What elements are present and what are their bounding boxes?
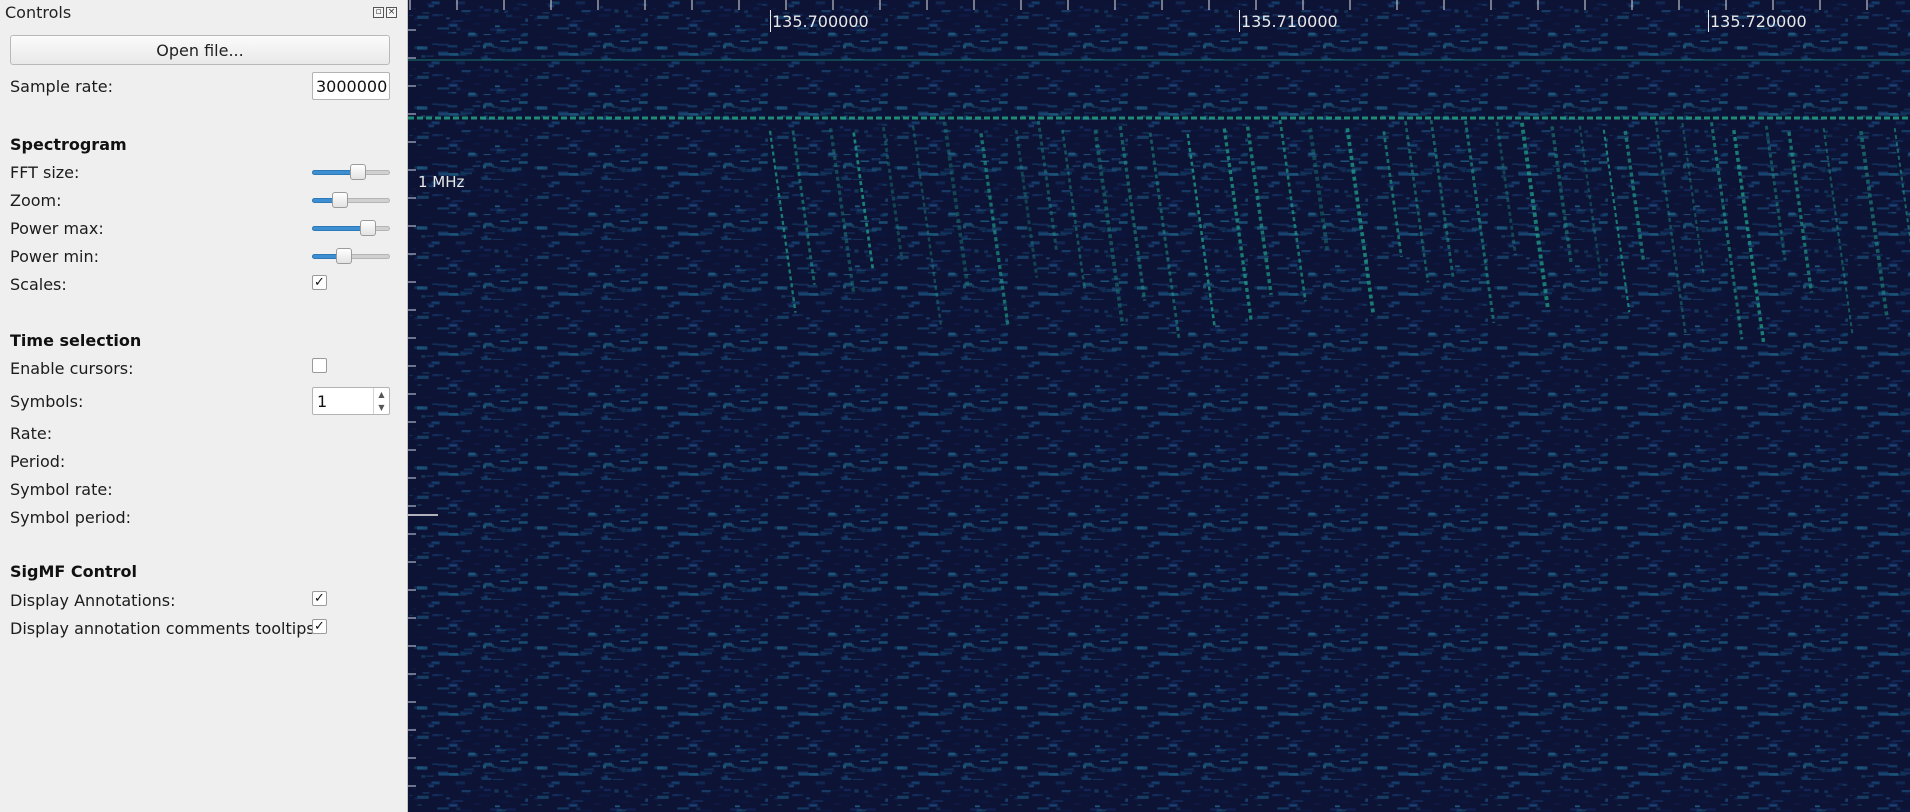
display-tooltips-label: Display annotation comments tooltips: xyxy=(10,619,321,638)
power-min-slider[interactable] xyxy=(312,248,390,264)
zoom-slider[interactable] xyxy=(312,192,390,208)
noise-floor xyxy=(408,0,1910,812)
period-label: Period: xyxy=(10,452,66,471)
sample-rate-input[interactable] xyxy=(312,72,390,100)
spectrogram-image xyxy=(408,0,1910,812)
open-file-button[interactable]: Open file... xyxy=(10,35,390,65)
display-annotations-label: Display Annotations: xyxy=(10,591,176,610)
power-min-label: Power min: xyxy=(10,247,100,266)
freq-major-tick xyxy=(1708,10,1709,32)
controls-dock: Controls ▫ × Open file... Sample rate: S… xyxy=(0,0,408,812)
spin-down-icon[interactable]: ▼ xyxy=(374,401,389,414)
sigmf-heading: SigMF Control xyxy=(10,562,138,581)
enable-cursors-checkbox[interactable] xyxy=(312,358,327,373)
time-scale-label: 1 MHz xyxy=(418,173,465,191)
symbol-period-label: Symbol period: xyxy=(10,508,132,527)
scales-checkbox[interactable]: ✓ xyxy=(312,275,327,290)
scales-label: Scales: xyxy=(10,275,67,294)
power-max-slider[interactable] xyxy=(312,220,390,236)
spin-up-icon[interactable]: ▲ xyxy=(374,388,389,401)
display-tooltips-checkbox[interactable]: ✓ xyxy=(312,619,327,634)
dock-title: Controls xyxy=(5,3,72,22)
slider-handle[interactable] xyxy=(360,220,376,236)
enable-cursors-label: Enable cursors: xyxy=(10,359,134,378)
time-selection-heading: Time selection xyxy=(10,331,142,350)
slider-handle[interactable] xyxy=(332,192,348,208)
freq-major-tick xyxy=(770,10,771,32)
display-annotations-checkbox[interactable]: ✓ xyxy=(312,591,327,606)
power-max-label: Power max: xyxy=(10,219,104,238)
dock-buttons: ▫ × xyxy=(373,7,397,18)
symbols-input[interactable] xyxy=(313,388,373,414)
close-icon[interactable]: × xyxy=(386,7,397,18)
slider-handle[interactable] xyxy=(336,248,352,264)
symbols-label: Symbols: xyxy=(10,392,84,411)
symbol-rate-label: Symbol rate: xyxy=(10,480,113,499)
float-icon[interactable]: ▫ xyxy=(373,7,384,18)
symbols-spinbox[interactable]: ▲ ▼ xyxy=(312,387,390,415)
zoom-label: Zoom: xyxy=(10,191,62,210)
fft-size-slider[interactable] xyxy=(312,164,390,180)
spectrogram-plot[interactable]: 135.700000 135.710000 135.720000 1 MHz xyxy=(408,0,1910,812)
slider-handle[interactable] xyxy=(350,164,366,180)
freq-major-tick xyxy=(1239,10,1240,32)
fft-size-label: FFT size: xyxy=(10,163,80,182)
rate-label: Rate: xyxy=(10,424,53,443)
freq-label-3: 135.720000 xyxy=(1710,12,1807,31)
sample-rate-label: Sample rate: xyxy=(10,77,113,96)
freq-label-2: 135.710000 xyxy=(1241,12,1338,31)
spectrogram-heading: Spectrogram xyxy=(10,135,127,154)
freq-label-1: 135.700000 xyxy=(772,12,869,31)
